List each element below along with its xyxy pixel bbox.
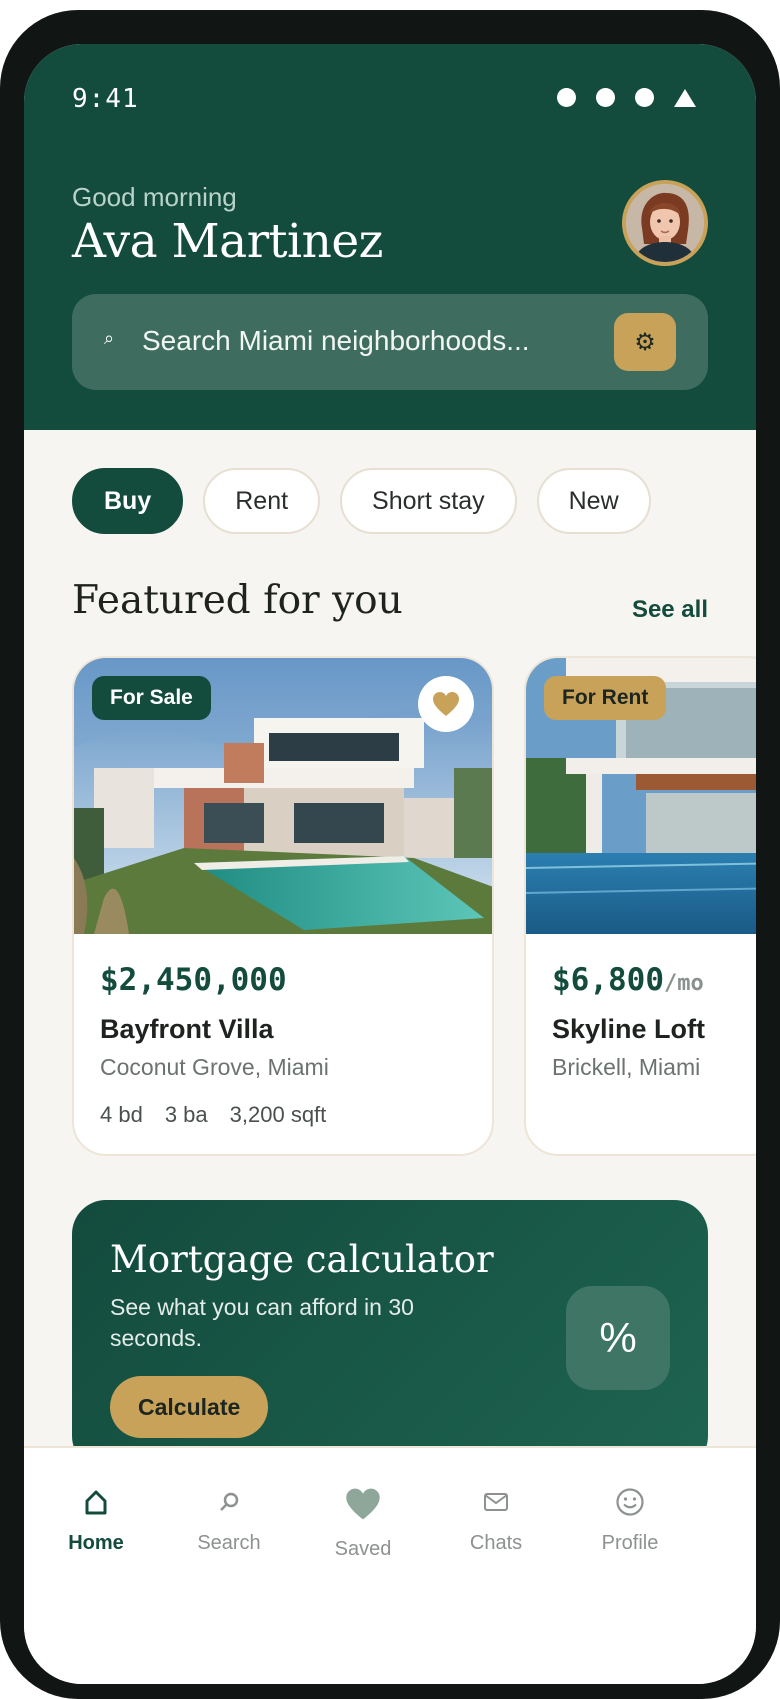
- nav-label-saved: Saved: [334, 1538, 392, 1560]
- status-icons: [557, 88, 696, 107]
- listing-location: Brickell, Miami: [552, 1054, 701, 1080]
- chip-rent[interactable]: Rent: [203, 468, 321, 534]
- greeting-text: Good morning: [72, 182, 237, 212]
- mortgage-title: Mortgage calculator: [110, 1238, 494, 1281]
- status-time: 9:41: [72, 84, 139, 114]
- avatar-portrait: [626, 184, 704, 262]
- nav-label-chats: Chats: [469, 1532, 523, 1554]
- listing-card[interactable]: For Rent $6,800/mo Skyline Loft Brickell…: [524, 656, 756, 1156]
- nav-profile[interactable]: Profile: [560, 1448, 700, 1555]
- listing-badge: For Rent: [544, 676, 667, 720]
- see-all-link[interactable]: See all: [632, 596, 708, 624]
- filter-button[interactable]: ⚙: [614, 313, 676, 371]
- search-icon: [159, 1482, 299, 1522]
- app-screen: 9:41 Good morning Ava Martinez ⌕ Search …: [24, 44, 756, 1684]
- calculate-button[interactable]: Calculate: [110, 1376, 269, 1438]
- price-unit: /mo: [663, 971, 704, 996]
- nav-label-profile: Profile: [601, 1532, 659, 1554]
- category-chips: Buy Rent Short stay New: [72, 468, 651, 534]
- search-icon: ⌕: [104, 328, 115, 348]
- heart-icon: [293, 1480, 433, 1528]
- nav-search[interactable]: Search: [159, 1448, 299, 1555]
- listing-price: $2,450,000: [100, 962, 287, 998]
- avatar[interactable]: [622, 180, 708, 266]
- search-bar[interactable]: ⌕ Search Miami neighborhoods... ⚙: [72, 294, 708, 390]
- mail-icon: [426, 1482, 566, 1522]
- nav-label-search: Search: [197, 1532, 261, 1554]
- nav-saved[interactable]: Saved: [293, 1448, 433, 1561]
- chip-short-stay[interactable]: Short stay: [340, 468, 517, 534]
- listing-name: Skyline Loft: [552, 1014, 706, 1044]
- price-value: $6,800: [552, 962, 664, 998]
- listing-photo: For Sale: [74, 658, 492, 934]
- bottom-nav: Home Search Saved Chats Profile: [24, 1446, 756, 1684]
- area-size: 3,200 sqft: [229, 1102, 327, 1127]
- location-icon: [674, 88, 696, 107]
- listing-specs: 4 bd 3 ba 3,200 sqft: [100, 1102, 326, 1128]
- chip-buy[interactable]: Buy: [72, 468, 184, 534]
- price-value: $2,450,000: [100, 962, 287, 998]
- header-panel: 9:41 Good morning Ava Martinez ⌕ Search …: [24, 44, 756, 430]
- gear-icon: ⚙: [634, 328, 656, 356]
- beds-count: 4 bd: [100, 1102, 143, 1127]
- heart-icon: [433, 692, 459, 716]
- listing-badge: For Sale: [92, 676, 211, 720]
- battery-icon: [635, 88, 654, 107]
- mortgage-subtitle: See what you can afford in 30 seconds.: [110, 1294, 414, 1351]
- listing-photo: For Rent: [526, 658, 756, 934]
- listing-price: $6,800/mo: [552, 962, 704, 998]
- signal-icon: [557, 88, 576, 107]
- chip-new[interactable]: New: [536, 468, 651, 534]
- favorite-button[interactable]: [418, 676, 474, 732]
- nav-home[interactable]: Home: [26, 1448, 166, 1555]
- smiley-icon: [560, 1482, 700, 1522]
- section-title: Featured for you: [72, 578, 403, 623]
- search-input[interactable]: Search Miami neighborhoods...: [142, 325, 530, 357]
- phone-frame: 9:41 Good morning Ava Martinez ⌕ Search …: [0, 10, 780, 1699]
- user-name: Ava Martinez: [72, 214, 383, 269]
- listing-card[interactable]: For Sale $2,450,000 Bayfront Villa Cocon…: [72, 656, 494, 1156]
- listing-name: Bayfront Villa: [100, 1014, 274, 1044]
- baths-count: 3 ba: [164, 1102, 208, 1127]
- wifi-icon: [596, 88, 615, 107]
- nav-label-home: Home: [68, 1532, 124, 1554]
- mortgage-card: Mortgage calculator See what you can aff…: [72, 1200, 708, 1470]
- home-icon: [26, 1482, 166, 1522]
- listing-location: Coconut Grove, Miami: [100, 1054, 329, 1080]
- nav-chats[interactable]: Chats: [426, 1448, 566, 1555]
- percent-icon: %: [566, 1286, 670, 1390]
